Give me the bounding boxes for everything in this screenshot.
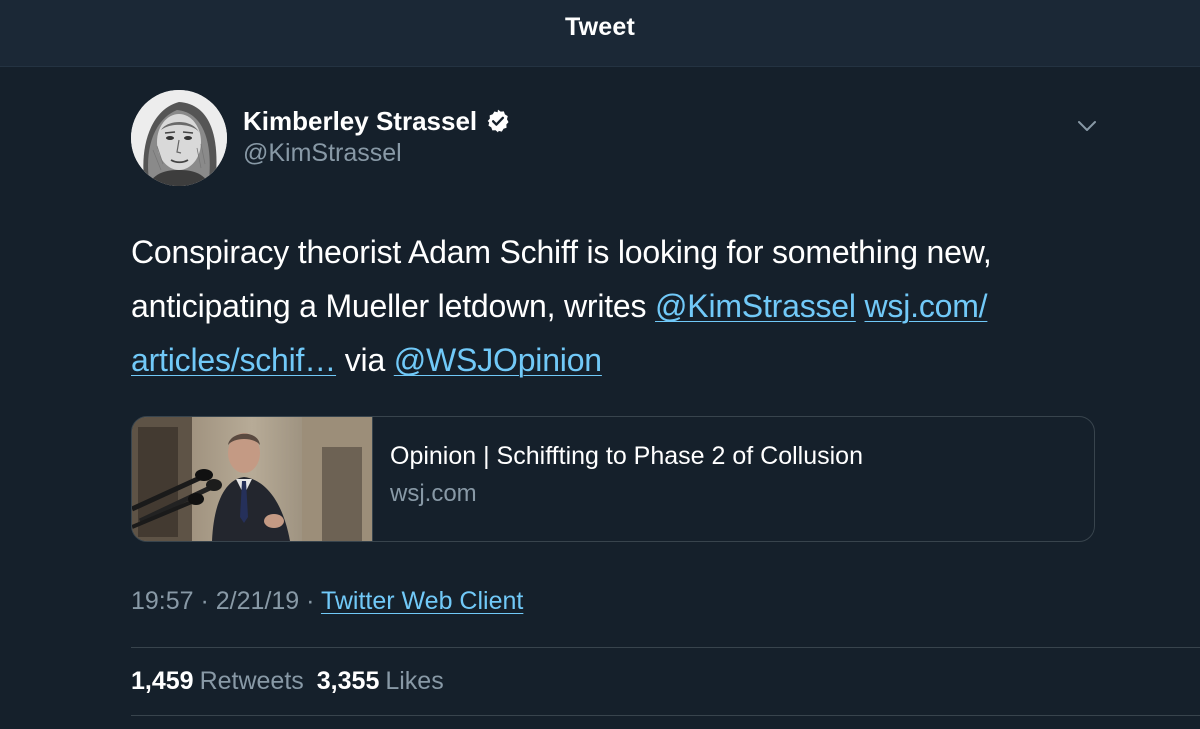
chevron-down-icon[interactable] bbox=[1074, 113, 1100, 139]
retweets-count: 1,459 bbox=[131, 667, 194, 695]
avatar-portrait-icon bbox=[131, 90, 227, 186]
retweets-label: Retweets bbox=[199, 667, 304, 695]
tweet-stats: 1,459 Retweets 3,355 Likes bbox=[131, 667, 444, 696]
link-preview-card[interactable]: Opinion | Schiffting to Phase 2 of Collu… bbox=[131, 416, 1095, 542]
tweet-detail: Kimberley Strassel @KimStrassel Conspira… bbox=[0, 67, 1200, 729]
tweet-text-space bbox=[856, 288, 865, 324]
verified-badge-icon bbox=[485, 108, 511, 134]
meta-separator: · bbox=[299, 587, 321, 615]
likes-stat[interactable]: 3,355 Likes bbox=[317, 667, 444, 696]
card-title: Opinion | Schiffting to Phase 2 of Collu… bbox=[390, 442, 863, 470]
author-handle[interactable]: @KimStrassel bbox=[243, 139, 511, 168]
card-body: Opinion | Schiffting to Phase 2 of Collu… bbox=[373, 417, 863, 541]
tweet-date[interactable]: 2/21/19 bbox=[216, 587, 299, 615]
card-domain: wsj.com bbox=[390, 480, 477, 507]
card-thumbnail bbox=[132, 417, 373, 541]
likes-count: 3,355 bbox=[316, 667, 380, 695]
divider bbox=[131, 715, 1200, 716]
mention-link[interactable]: @KimStrassel bbox=[655, 288, 856, 324]
tweet-meta: 19:57 · 2/21/19 · Twitter Web Client bbox=[131, 587, 523, 616]
author-info: Kimberley Strassel @KimStrassel bbox=[243, 105, 511, 168]
retweets-stat[interactable]: 1,459 Retweets bbox=[131, 667, 304, 696]
tweet-time[interactable]: 19:57 bbox=[131, 587, 194, 615]
avatar[interactable] bbox=[131, 90, 227, 186]
author-name[interactable]: Kimberley Strassel bbox=[243, 106, 477, 137]
client-link[interactable]: Twitter Web Client bbox=[321, 587, 523, 615]
divider bbox=[131, 647, 1200, 648]
top-bar: Tweet bbox=[0, 0, 1200, 67]
author-name-row: Kimberley Strassel bbox=[243, 105, 511, 137]
page-title: Tweet bbox=[565, 12, 635, 41]
tweet-text-part: via bbox=[336, 342, 394, 378]
tweet-text: Conspiracy theorist Adam Schiff is looki… bbox=[131, 225, 1091, 387]
likes-label: Likes bbox=[385, 667, 444, 695]
mention-link[interactable]: @WSJOpinion bbox=[394, 342, 602, 378]
meta-separator: · bbox=[193, 587, 216, 615]
